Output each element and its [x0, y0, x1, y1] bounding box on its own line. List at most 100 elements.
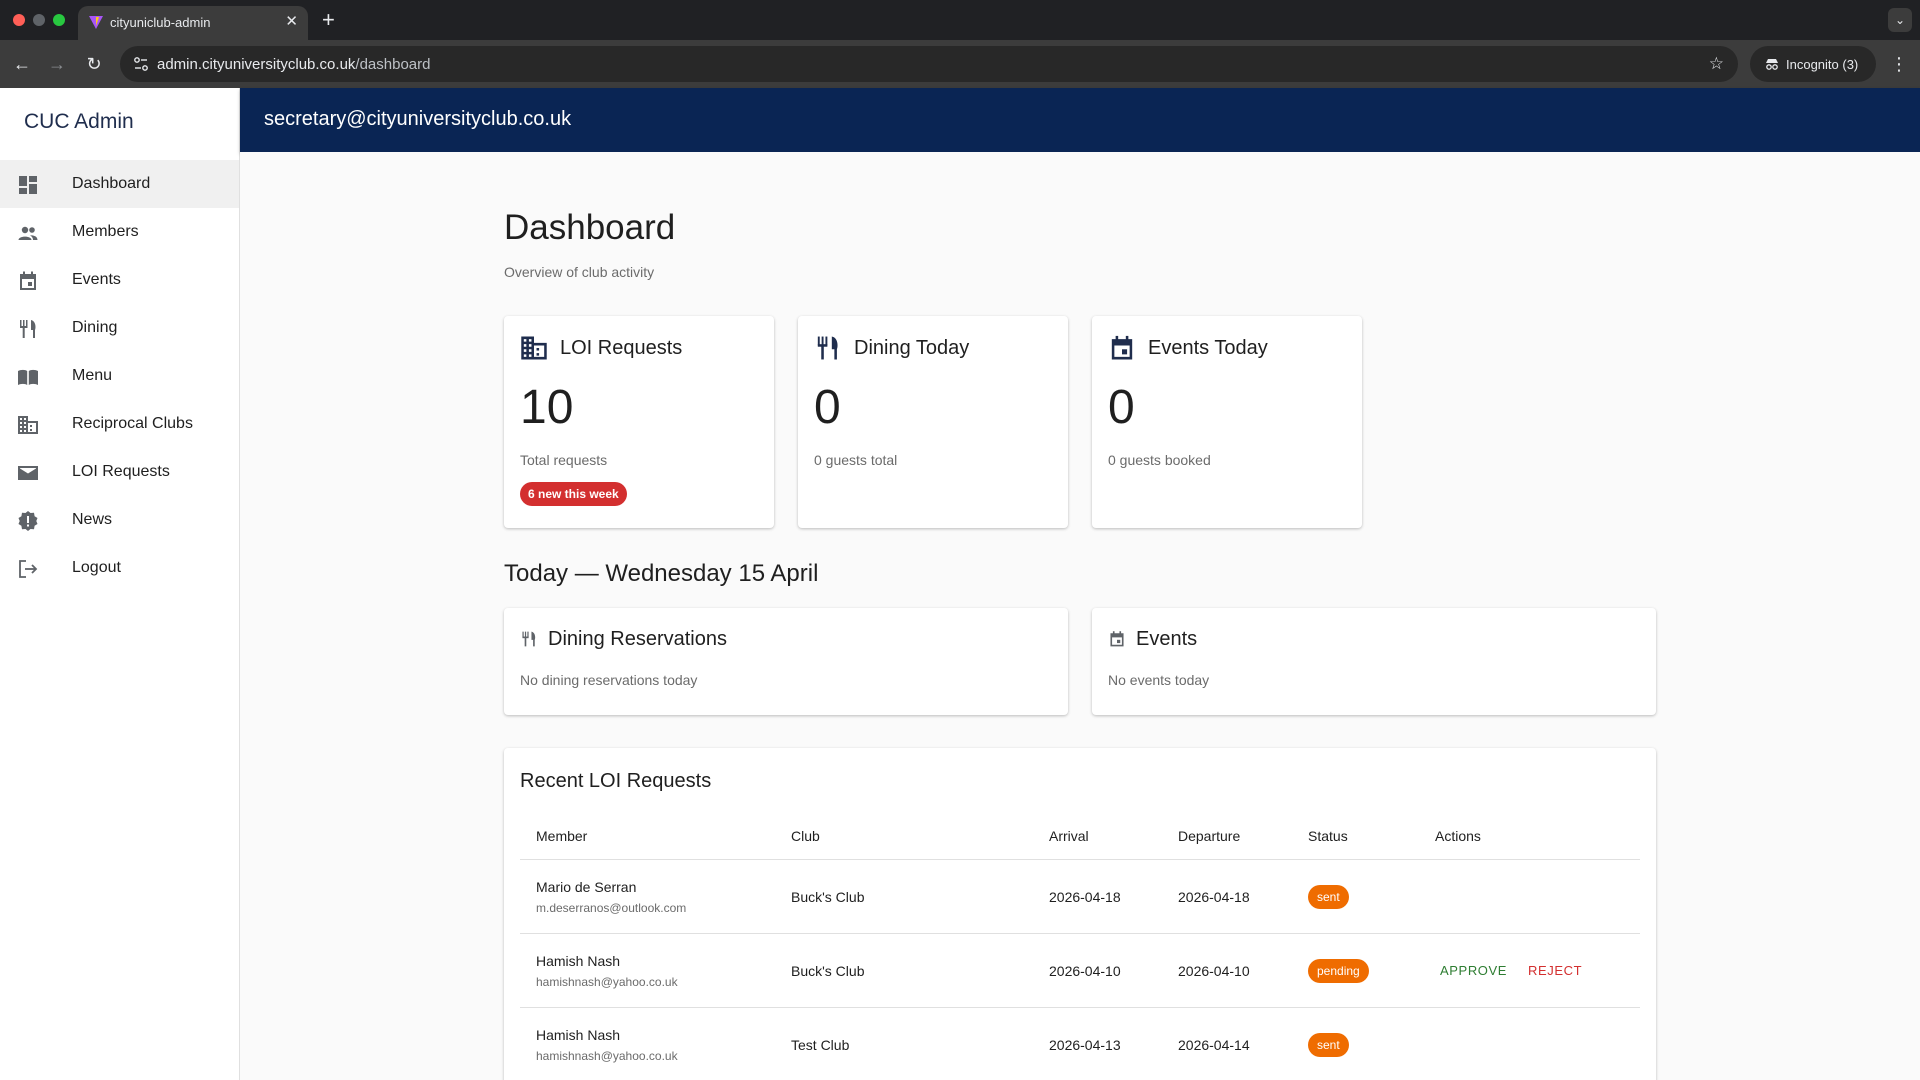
sidebar-item-label: Dashboard [72, 175, 151, 192]
tab-title: cityuniclub-admin [110, 15, 211, 30]
table-header-row: Member Club Arrival Departure Status Act… [520, 812, 1640, 860]
stat-card-caption: 0 guests total [814, 452, 898, 468]
arrival-cell: 2026-04-10 [1049, 963, 1121, 979]
minimize-window-button[interactable] [33, 14, 45, 26]
member-email: m.deserranos@outlook.com [536, 901, 687, 915]
sidebar-item-loi-requests[interactable]: LOI Requests [0, 448, 239, 496]
dining-reservations-card: Dining Reservations No dining reservatio… [504, 608, 1068, 715]
stat-card-caption: 0 guests booked [1108, 452, 1211, 468]
column-header-actions: Actions [1435, 828, 1481, 844]
today-section-title: Today — Wednesday 15 April [504, 560, 819, 587]
sidebar-item-reciprocal-clubs[interactable]: Reciprocal Clubs [0, 400, 239, 448]
status-badge: sent [1308, 885, 1349, 909]
user-email: secretary@cityuniversityclub.co.uk [264, 108, 572, 130]
sidebar-item-dining[interactable]: Dining [0, 304, 239, 352]
address-bar[interactable]: admin.cityuniversityclub.co.uk/dashboard… [120, 46, 1738, 82]
tab-close-icon[interactable]: ✕ [285, 13, 298, 31]
brand-title: CUC Admin [24, 110, 134, 133]
url-text[interactable]: admin.cityuniversityclub.co.uk/dashboard [157, 56, 430, 73]
logout-icon [19, 560, 38, 578]
page-subtitle: Overview of club activity [504, 264, 655, 280]
sidebar-nav: Dashboard Members Events Dining Menu Rec… [0, 160, 239, 592]
new-tab-button[interactable]: + [322, 6, 335, 34]
status-badge: sent [1308, 1033, 1349, 1057]
stat-card-title: Dining Today [854, 337, 970, 359]
sidebar-item-label: Dining [72, 319, 118, 336]
vite-favicon-icon [89, 16, 103, 29]
table-row: Hamish Nash hamishnash@yahoo.co.uk Test … [520, 1008, 1640, 1080]
fork-knife-icon [20, 320, 36, 338]
new-this-week-badge: 6 new this week [520, 482, 627, 506]
stat-card-value: 10 [520, 381, 574, 434]
browser-tab[interactable]: cityuniclub-admin ✕ [78, 6, 308, 40]
sidebar-item-news[interactable]: News [0, 496, 239, 544]
browser-chrome: cityuniclub-admin ✕ + ⌄ ← → ↻ admin.city… [0, 0, 1920, 88]
book-icon [18, 369, 38, 385]
building-icon [521, 336, 547, 360]
stat-card-events-today: Events Today 0 0 guests booked [1092, 316, 1362, 528]
sidebar-item-logout[interactable]: Logout [0, 544, 239, 592]
back-arrow-icon[interactable]: ← [10, 52, 34, 76]
sidebar-item-label: Events [72, 271, 121, 288]
tab-strip: cityuniclub-admin ✕ + ⌄ [0, 0, 1920, 40]
empty-state-text: No dining reservations today [520, 672, 698, 688]
stat-card-title: Events Today [1148, 337, 1268, 359]
stat-card-dining-today: Dining Today 0 0 guests total [798, 316, 1068, 528]
browser-toolbar: ← → ↻ admin.cityuniversityclub.co.uk/das… [0, 40, 1920, 88]
sidebar-item-label: Members [72, 223, 139, 240]
forward-arrow-icon[interactable]: → [45, 52, 69, 76]
browser-menu-icon[interactable]: ⋮ [1890, 52, 1908, 76]
recent-loi-requests-card: Recent LOI Requests Member Club Arrival … [504, 748, 1656, 1080]
member-name: Hamish Nash [536, 953, 621, 969]
fork-knife-icon [817, 336, 838, 360]
table-row: Mario de Serran m.deserranos@outlook.com… [520, 860, 1640, 934]
sidebar-item-menu[interactable]: Menu [0, 352, 239, 400]
column-header-arrival: Arrival [1049, 828, 1089, 844]
member-email: hamishnash@yahoo.co.uk [536, 975, 678, 989]
events-card: Events No events today [1092, 608, 1656, 715]
departure-cell: 2026-04-10 [1178, 963, 1250, 979]
sidebar-item-label: LOI Requests [72, 463, 170, 480]
column-header-club: Club [791, 828, 820, 844]
calendar-icon [1111, 335, 1133, 360]
sidebar-item-label: Logout [72, 559, 121, 576]
site-settings-icon[interactable] [132, 55, 150, 73]
alert-badge-icon [18, 511, 38, 531]
column-header-member: Member [536, 828, 588, 844]
status-badge: pending [1308, 959, 1369, 983]
departure-cell: 2026-04-18 [1178, 889, 1250, 905]
calendar-icon [20, 271, 36, 290]
sidebar-item-members[interactable]: Members [0, 208, 239, 256]
arrival-cell: 2026-04-13 [1049, 1037, 1121, 1053]
member-name: Mario de Serran [536, 879, 637, 895]
stat-card-title: LOI Requests [560, 337, 683, 359]
approve-button[interactable]: APPROVE [1440, 963, 1507, 978]
sidebar-item-label: News [72, 511, 113, 528]
card-title: Recent LOI Requests [520, 770, 712, 792]
club-cell: Buck's Club [791, 889, 865, 905]
card-title: Events [1136, 628, 1198, 650]
sidebar-item-label: Reciprocal Clubs [72, 415, 193, 432]
arrival-cell: 2026-04-18 [1049, 889, 1121, 905]
empty-state-text: No events today [1108, 672, 1210, 688]
sidebar-item-dashboard[interactable]: Dashboard [0, 160, 239, 208]
club-cell: Buck's Club [791, 963, 865, 979]
sidebar-item-events[interactable]: Events [0, 256, 239, 304]
sidebar-item-label: Menu [72, 367, 113, 384]
incognito-icon [1766, 59, 1778, 70]
sidebar: CUC Admin Dashboard Members Events Dinin… [0, 88, 240, 1080]
url-path: /dashboard [355, 56, 431, 73]
calendar-icon [1110, 631, 1124, 647]
stat-card-value: 0 [1108, 381, 1135, 434]
incognito-button[interactable]: Incognito (3) [1750, 46, 1876, 82]
card-title: Dining Reservations [548, 628, 727, 650]
maximize-window-button[interactable] [53, 14, 65, 26]
reject-button[interactable]: REJECT [1528, 963, 1582, 978]
incognito-label: Incognito (3) [1786, 57, 1859, 72]
departure-cell: 2026-04-14 [1178, 1037, 1250, 1053]
tab-search-chevron-icon[interactable]: ⌄ [1888, 8, 1912, 32]
fork-knife-icon [522, 631, 536, 647]
reload-icon[interactable]: ↻ [82, 52, 106, 76]
bookmark-star-icon[interactable]: ☆ [1709, 54, 1724, 74]
close-window-button[interactable] [13, 14, 25, 26]
